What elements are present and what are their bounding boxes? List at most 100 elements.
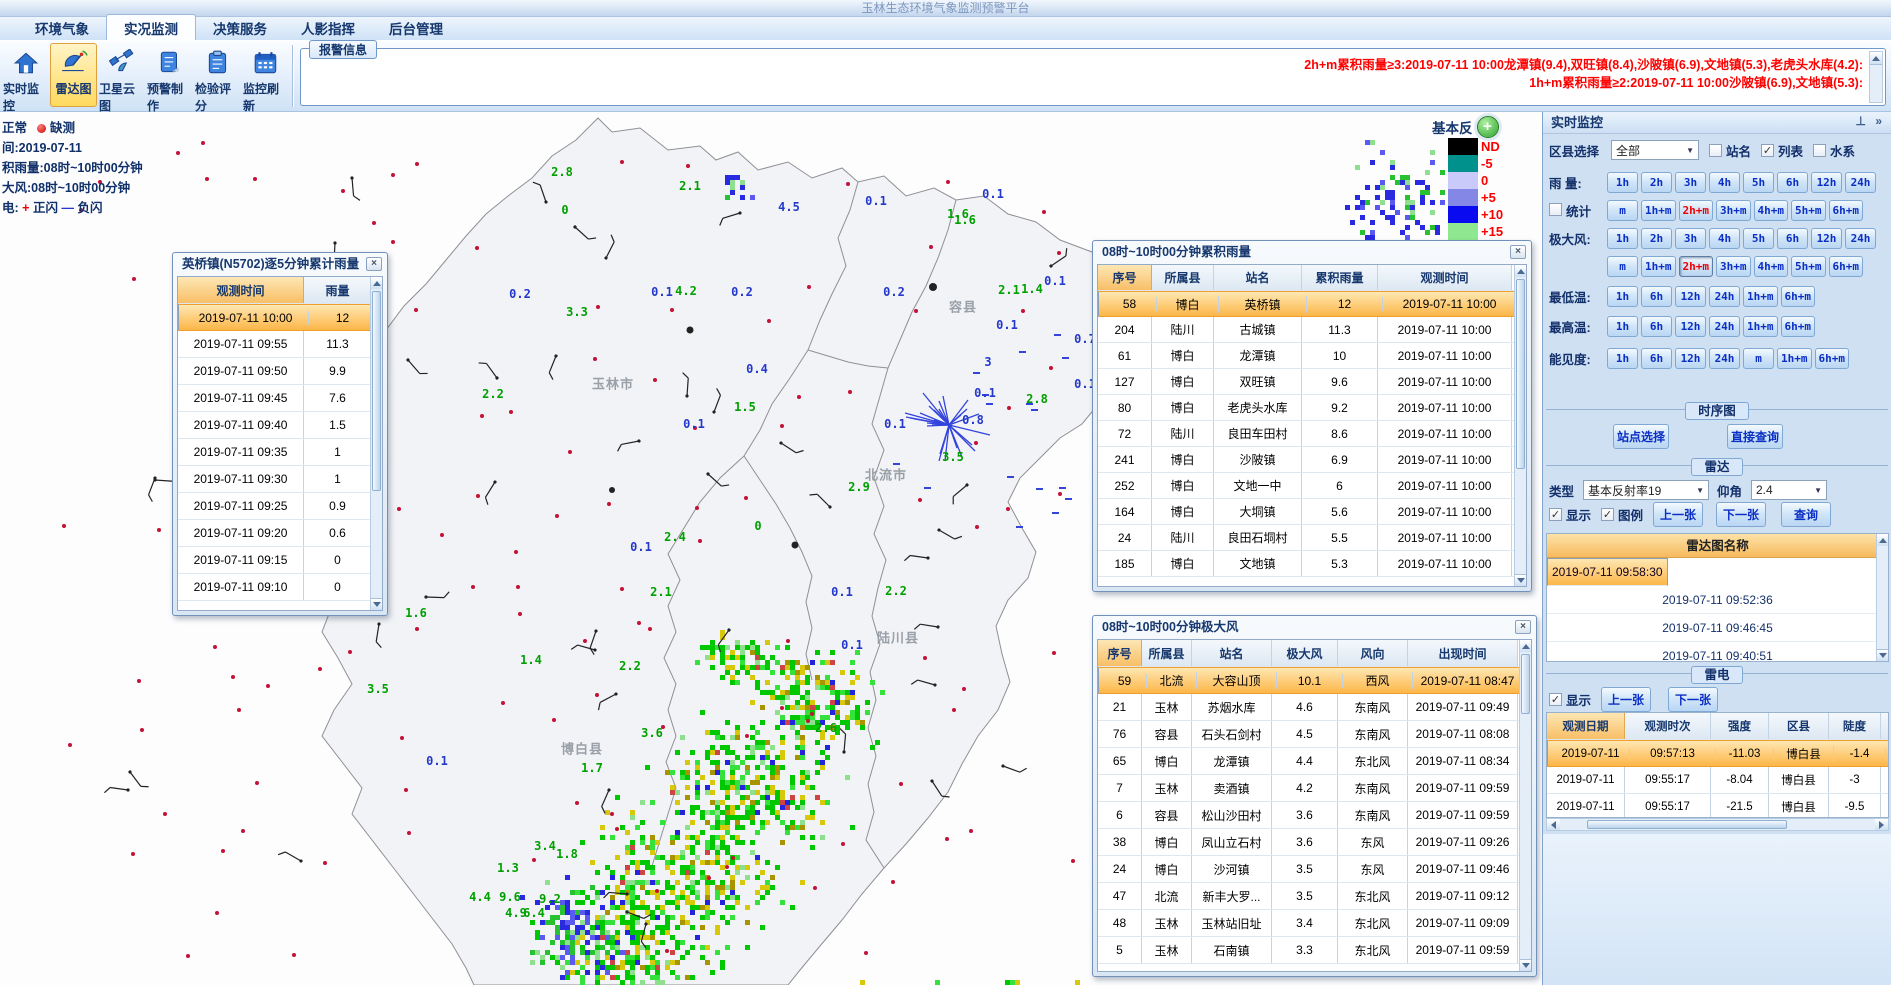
column-header[interactable]: 所属县: [1142, 640, 1192, 666]
period-button-24h[interactable]: 24h: [1845, 228, 1876, 249]
menu-tab-5[interactable]: 后台管理: [372, 15, 460, 40]
table-row[interactable]: 5玉林石南镇3.3东北风2019-07-11 09:59: [1098, 937, 1531, 964]
table-row[interactable]: 2019-07-11 09:200.6: [178, 520, 382, 547]
table-row[interactable]: 24陆川良田石垌村5.52019-07-11 10:00: [1098, 525, 1526, 551]
table-row[interactable]: 24博白沙河镇3.5东风2019-07-11 09:46: [1098, 856, 1531, 883]
period-button-24h[interactable]: 24h: [1709, 348, 1740, 369]
column-header[interactable]: 观测时间: [178, 277, 304, 303]
period-button-6h[interactable]: 6h: [1641, 348, 1672, 369]
period-button-5h[interactable]: 5h: [1743, 172, 1774, 193]
table-row[interactable]: 76容县石头石剑村4.5东南风2019-07-11 08:08: [1098, 721, 1531, 748]
table-row[interactable]: 2019-07-1109:55:17-21.5博白县-9.511: [1547, 794, 1888, 818]
period-button-6h[interactable]: 6h: [1777, 228, 1808, 249]
period-button-6h+m[interactable]: 6h+m: [1815, 348, 1850, 369]
menu-tab-4[interactable]: 人影指挥: [284, 15, 372, 40]
radar-prev-button[interactable]: 上一张: [1653, 502, 1703, 527]
home-toolbar-button[interactable]: 实时监控: [2, 43, 49, 107]
period-button-12h[interactable]: 12h: [1675, 348, 1706, 369]
table-row[interactable]: 59北流大容山顶10.1西风2019-07-11 08:47: [1098, 667, 1528, 694]
rain-accumulation-window[interactable]: 08时~10时00分钟累积雨量 × 序号所属县站名累积雨量观测时间58博白英桥镇…: [1092, 240, 1532, 592]
period-button-1h+m[interactable]: 1h+m: [1777, 348, 1812, 369]
period-button-3h[interactable]: 3h: [1675, 172, 1706, 193]
column-header[interactable]: 累积雨量: [1302, 265, 1378, 290]
table-row[interactable]: 2019-07-11 09:301: [178, 466, 382, 493]
table-row[interactable]: 7玉林卖酒镇4.2东南风2019-07-11 09:59: [1098, 775, 1531, 802]
period-button-3h[interactable]: 3h: [1675, 228, 1706, 249]
lightning-next-button[interactable]: 下一张: [1668, 687, 1718, 712]
period-button-6h[interactable]: 6h: [1641, 316, 1672, 337]
radar-image-item[interactable]: 2019-07-11 09:52:36: [1547, 586, 1888, 614]
horizontal-scrollbar[interactable]: [1546, 818, 1889, 831]
period-button-m[interactable]: m: [1607, 256, 1638, 277]
district-select[interactable]: 全部▼: [1611, 140, 1699, 160]
radar-type-select[interactable]: 基本反射率19▼: [1583, 480, 1709, 500]
table-row[interactable]: 38博白凤山立石村3.6东风2019-07-11 09:26: [1098, 829, 1531, 856]
period-button-12h[interactable]: 12h: [1675, 316, 1706, 337]
satellite-toolbar-button[interactable]: 卫星云图: [98, 43, 145, 107]
scrollbar[interactable]: [370, 277, 382, 610]
period-button-1h+m[interactable]: 1h+m: [1743, 316, 1778, 337]
legend-add-button[interactable]: +: [1477, 116, 1499, 138]
column-header[interactable]: 雨量: [304, 277, 372, 303]
document-toolbar-button[interactable]: 预警制作: [146, 43, 193, 107]
layer-checkbox-列表[interactable]: ✓: [1761, 144, 1774, 157]
column-header[interactable]: 误差: [1881, 713, 1889, 739]
period-button-m[interactable]: m: [1607, 200, 1638, 221]
period-button-2h[interactable]: 2h: [1641, 228, 1672, 249]
column-header[interactable]: 序号: [1098, 265, 1152, 290]
table-row[interactable]: 164博白大垌镇5.62019-07-11 10:00: [1098, 499, 1526, 525]
table-row[interactable]: 61博白龙潭镇102019-07-11 10:00: [1098, 343, 1526, 369]
period-button-1h+m[interactable]: 1h+m: [1641, 200, 1676, 221]
period-button-6h[interactable]: 6h: [1641, 286, 1672, 307]
table-row[interactable]: 65博白龙潭镇4.4东北风2019-07-11 08:34: [1098, 748, 1531, 775]
table-row[interactable]: 2019-07-11 09:5511.3: [178, 331, 382, 358]
period-button-5h+m[interactable]: 5h+m: [1791, 256, 1826, 277]
column-header[interactable]: 站名: [1214, 265, 1302, 290]
column-header[interactable]: 观测日期: [1547, 713, 1625, 739]
period-button-3h+m[interactable]: 3h+m: [1716, 200, 1751, 221]
calendar-toolbar-button[interactable]: 监控刷新: [242, 43, 289, 107]
table-row[interactable]: 2019-07-11 09:351: [178, 439, 382, 466]
table-row[interactable]: 2019-07-11 09:250.9: [178, 493, 382, 520]
period-button-2h[interactable]: 2h: [1641, 172, 1672, 193]
period-button-1h+m[interactable]: 1h+m: [1743, 286, 1778, 307]
table-row[interactable]: 21玉林苏烟水库4.6东南风2019-07-11 09:49: [1098, 694, 1531, 721]
radar-image-item[interactable]: 2019-07-11 09:40:51: [1547, 642, 1888, 662]
radar-next-button[interactable]: 下一张: [1716, 502, 1766, 527]
station-rain-window[interactable]: 英桥镇(N5702)逐5分钟累计雨量 × 观测时间雨量2019-07-11 10…: [172, 252, 388, 616]
period-button-12h[interactable]: 12h: [1675, 286, 1706, 307]
column-header[interactable]: 极大风: [1272, 640, 1338, 666]
period-button-12h[interactable]: 12h: [1811, 172, 1842, 193]
column-header[interactable]: 观测时次: [1625, 713, 1711, 739]
table-row[interactable]: 2019-07-11 09:100: [178, 574, 382, 601]
column-header[interactable]: 出现时间: [1408, 640, 1518, 666]
radar-show-checkbox[interactable]: ✓: [1549, 508, 1562, 521]
period-button-m[interactable]: m: [1743, 348, 1774, 369]
table-row[interactable]: 80博白老虎头水库9.22019-07-11 10:00: [1098, 395, 1526, 421]
period-button-1h[interactable]: 1h: [1607, 228, 1638, 249]
period-button-6h+m[interactable]: 6h+m: [1781, 286, 1816, 307]
table-row[interactable]: 47北流新丰大罗...3.5东北风2019-07-11 09:12: [1098, 883, 1531, 910]
period-button-4h+m[interactable]: 4h+m: [1754, 200, 1789, 221]
table-row[interactable]: 204陆川古城镇11.32019-07-11 10:00: [1098, 317, 1526, 343]
column-header[interactable]: 陡度: [1829, 713, 1881, 739]
layer-checkbox-站名[interactable]: [1709, 144, 1722, 157]
table-row[interactable]: 58博白英桥镇122019-07-11 10:00: [1098, 291, 1522, 317]
alarm-scrollbar[interactable]: [1869, 51, 1883, 103]
select-station-button[interactable]: 站点选择: [1613, 424, 1669, 449]
period-button-2h+m[interactable]: 2h+m: [1679, 200, 1714, 221]
period-button-24h[interactable]: 24h: [1709, 316, 1740, 337]
table-row[interactable]: 185博白文地镇5.32019-07-11 10:00: [1098, 551, 1526, 577]
collapse-icon[interactable]: »: [1875, 114, 1885, 128]
stats-checkbox[interactable]: [1549, 203, 1562, 216]
close-icon[interactable]: ×: [1515, 620, 1531, 634]
column-header[interactable]: 强度: [1711, 713, 1769, 739]
period-button-6h+m[interactable]: 6h+m: [1829, 200, 1864, 221]
direct-query-button[interactable]: 直接查询: [1727, 424, 1783, 449]
radar-query-button[interactable]: 查询: [1781, 502, 1831, 527]
scrollbar[interactable]: [1519, 640, 1531, 971]
period-button-12h[interactable]: 12h: [1811, 228, 1842, 249]
period-button-1h[interactable]: 1h: [1607, 348, 1638, 369]
table-row[interactable]: 2019-07-1109:55:17-8.04博白县-3: [1547, 767, 1888, 794]
period-button-1h[interactable]: 1h: [1607, 316, 1638, 337]
